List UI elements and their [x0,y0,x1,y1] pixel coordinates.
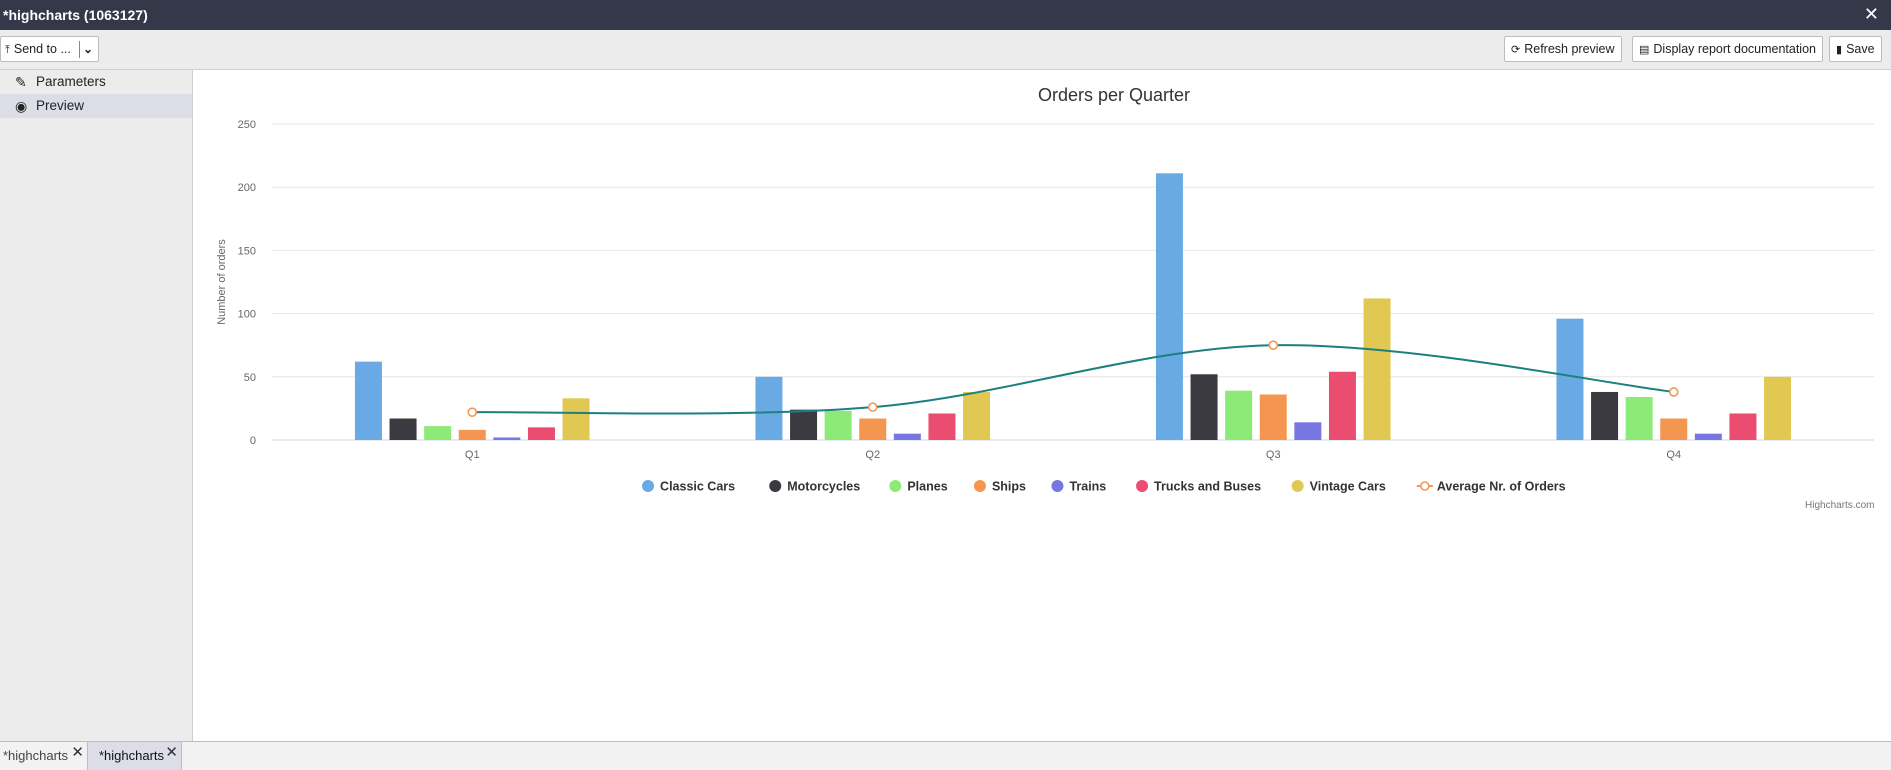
window-titlebar: *highcharts (1063127) ✕ [0,0,1891,30]
bar-trucks-and-buses [1729,413,1757,440]
bar-ships [859,418,887,440]
bar-classic-cars [1155,173,1183,440]
refresh-preview-label: Refresh preview [1524,42,1615,56]
legend-marker [1291,480,1304,492]
legend-marker [769,480,782,492]
preview-panel: Orders per Quarter 0 50 100 150 200 250 Number … [193,70,1891,741]
y-tick-label: 200 [238,182,256,194]
save-label: Save [1846,42,1875,56]
x-tick-label: Q1 [465,449,480,461]
tab-highcharts-2[interactable]: *highcharts ✕ [88,742,182,770]
bar-trains [1694,433,1722,440]
refresh-icon: ⟳ [1511,44,1521,56]
tab-highcharts-1[interactable]: *highcharts ✕ [0,742,88,770]
bar-classic-cars [354,361,382,440]
sidebar-item-parameters[interactable]: ✎ Parameters [0,70,192,94]
bar-motorcycles [389,418,417,440]
y-tick-label: 50 [244,372,256,384]
sidebar-item-label: Preview [36,98,85,113]
bar-trains [1294,422,1322,440]
bar-planes [1625,397,1653,440]
save-button[interactable]: ▮ Save [1829,36,1882,62]
bar-motorcycles [790,409,818,440]
file-icon: ▮ [1836,44,1843,56]
tab-label: *highcharts [3,748,69,763]
legend-marker [1136,480,1149,492]
display-report-documentation-button[interactable]: ▤ Display report documentation [1632,36,1823,62]
upload-icon: ⤒ [5,44,10,56]
eye-icon: ◉ [15,98,28,114]
y-tick-label: 0 [250,435,256,447]
bar-vintage-cars [963,391,991,440]
bar-trucks-and-buses [527,427,555,440]
bar-ships [1259,394,1287,440]
average-orders-point [867,402,878,412]
close-tab-icon[interactable]: ✕ [71,739,84,767]
average-orders-line [472,344,1674,415]
bar-trains [493,437,521,440]
y-tick-label: 250 [238,119,256,131]
bar-vintage-cars [1764,376,1792,440]
bar-ships [458,429,486,440]
refresh-preview-button[interactable]: ⟳ Refresh preview [1504,36,1622,62]
close-icon[interactable]: ✕ [1864,4,1879,25]
close-tab-icon[interactable]: ✕ [165,739,178,767]
toolbar: ⤒ Send to ... ⌄ ⟳ Refresh preview ▤ Display… [0,30,1891,70]
bar-planes [1225,390,1253,440]
sidebar: ✎ Parameters ◉ Preview [0,70,193,741]
legend-item-label: Average Nr. of Orders [1437,480,1566,494]
bar-trains [893,433,921,440]
legend-marker [1420,481,1430,491]
bar-trucks-and-buses [1328,371,1356,440]
legend-item-label: Motorcycles [787,480,860,494]
legend-item-label: Trucks and Buses [1154,480,1261,494]
average-orders-point [467,407,478,417]
y-tick-label: 150 [238,245,256,257]
legend-item-label: Planes [907,480,947,494]
edit-icon: ✎ [15,74,27,90]
bar-planes [824,410,852,440]
legend-item-label: Ships [992,480,1026,494]
legend-marker [889,480,902,492]
chart-title: Orders per Quarter [1038,85,1190,105]
legend-item-label: Trains [1069,480,1106,494]
tab-bar: *highcharts ✕ *highcharts ✕ [0,741,1891,770]
x-tick-label: Q4 [1666,449,1681,461]
tab-label: *highcharts [99,748,165,763]
send-to-button[interactable]: ⤒ Send to ... ⌄ [0,36,99,62]
bar-trucks-and-buses [928,413,956,440]
average-orders-point [1268,340,1279,351]
sidebar-item-preview[interactable]: ◉ Preview [0,94,192,118]
y-axis-title: Number of orders [216,239,228,325]
window-title: *highcharts (1063127) [3,7,148,23]
documentation-label: Display report documentation [1653,42,1816,56]
orders-chart: Orders per Quarter 0 50 100 150 200 250 Number … [216,85,1874,494]
bar-vintage-cars [1363,298,1391,440]
x-tick-label: Q2 [865,449,880,461]
bar-classic-cars [755,376,783,440]
legend-marker [642,480,655,492]
bar-motorcycles [1591,391,1619,440]
bar-ships [1660,418,1688,440]
divider [79,41,80,58]
book-icon: ▤ [1639,44,1650,56]
y-tick-label: 100 [238,309,256,321]
legend-marker [973,480,986,492]
bar-planes [424,426,452,440]
chevron-down-icon[interactable]: ⌄ [83,37,93,61]
legend-marker [1051,480,1064,492]
highcharts-credits[interactable]: Highcharts.com [1805,500,1874,511]
send-to-label: Send to ... [13,42,71,56]
sidebar-item-label: Parameters [36,74,106,89]
bar-classic-cars [1556,318,1584,440]
bar-motorcycles [1190,374,1218,440]
average-orders-point [1668,387,1679,397]
bar-vintage-cars [562,398,590,440]
x-tick-label: Q3 [1266,449,1281,461]
legend-item-label: Vintage Cars [1310,480,1386,494]
legend-item-label: Classic Cars [660,480,735,494]
